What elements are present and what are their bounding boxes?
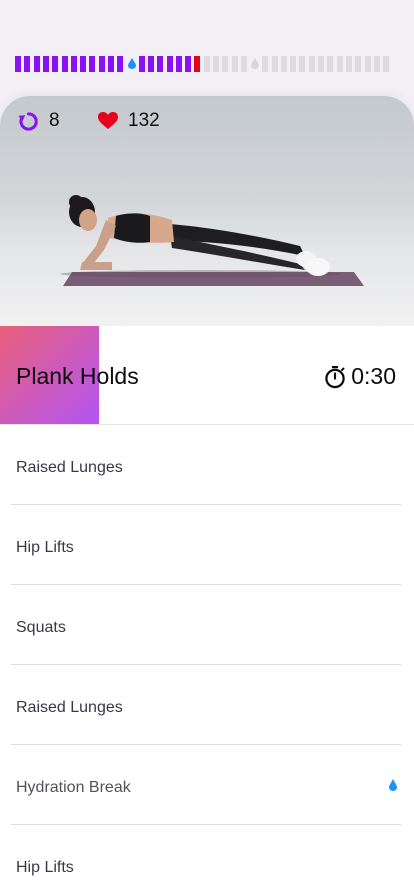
progress-segment-todo — [299, 56, 306, 72]
progress-segment-todo — [318, 56, 324, 72]
progress-segment-done — [33, 56, 40, 72]
water-drop-icon — [389, 779, 397, 791]
progress-segment-todo — [308, 56, 315, 72]
progress-segment-done — [15, 56, 21, 72]
timer-value: 0:30 — [351, 363, 396, 389]
exercise-list-item-label: Raised Lunges — [16, 699, 123, 716]
progress-segment-todo — [231, 56, 238, 72]
progress-segment-todo — [364, 56, 371, 72]
exercise-list-item-label: Hip Lifts — [16, 859, 74, 876]
progress-segment-done — [61, 56, 68, 72]
current-exercise-title: Plank Holds — [16, 363, 139, 389]
progress-segment-todo — [203, 56, 210, 72]
rounds-count: 8 — [49, 110, 60, 131]
progress-segment-done — [80, 56, 87, 72]
exercise-list-item[interactable]: Squats — [0, 585, 414, 665]
heart-icon — [98, 112, 118, 129]
progress-segment-done — [52, 56, 59, 72]
repeat-icon — [18, 111, 38, 131]
hydration-marker-done-icon — [127, 58, 136, 69]
progress-segment-todo — [240, 56, 247, 72]
exercise-list-item[interactable]: Raised Lunges — [0, 425, 414, 505]
exercise-list-item-label: Squats — [16, 619, 66, 636]
exercise-list: Raised Lunges Hip Lifts Squats Raised Lunge… — [0, 424, 414, 896]
progress-segment-todo — [271, 56, 278, 72]
progress-segment-done — [147, 56, 154, 72]
plank-exercise-illustration — [60, 195, 364, 286]
exercise-video-card[interactable]: 8 132 — [0, 96, 414, 326]
rounds-stat: 8 — [18, 110, 60, 132]
exercise-list-item[interactable]: Hip Lifts — [0, 825, 414, 896]
exercise-list-item[interactable]: Raised Lunges — [0, 665, 414, 745]
progress-segment-todo — [290, 56, 297, 72]
progress-segment-todo — [262, 56, 269, 72]
heart-rate-stat: 132 — [98, 110, 160, 132]
progress-segment-todo — [383, 56, 390, 72]
progress-segment-todo — [327, 56, 334, 72]
progress-segment-done — [42, 56, 49, 72]
progress-segment-done — [89, 56, 96, 72]
exercise-list-item-label: Raised Lunges — [16, 459, 123, 476]
progress-segment-todo — [213, 56, 219, 72]
exercise-list-item-label: Hip Lifts — [16, 539, 74, 556]
progress-segment-done — [166, 56, 173, 72]
progress-segment-todo — [355, 56, 362, 72]
progress-segment-todo — [345, 56, 352, 72]
stopwatch-icon — [325, 365, 345, 388]
progress-segment-todo — [222, 56, 229, 72]
exercise-timer: 0:30 — [323, 363, 396, 390]
workout-progress-bar — [15, 56, 405, 72]
heart-rate-value: 132 — [128, 110, 160, 131]
hydration-break-item[interactable]: Hydration Break — [0, 745, 414, 825]
progress-segment-done — [138, 56, 145, 72]
exercise-list-item-label: Hydration Break — [16, 779, 131, 796]
progress-segment-done — [175, 56, 182, 72]
progress-segment-done — [24, 56, 31, 72]
current-exercise-row[interactable]: Plank Holds 0:30 — [0, 326, 414, 424]
progress-segment-done — [117, 56, 124, 72]
progress-segment-done — [185, 56, 192, 72]
progress-segment-current — [194, 56, 201, 72]
hydration-marker-pending-icon — [251, 58, 260, 69]
progress-segment-done — [98, 56, 105, 72]
progress-segment-done — [157, 56, 164, 72]
progress-segment-done — [108, 56, 114, 72]
progress-segment-todo — [336, 56, 343, 72]
progress-segment-todo — [280, 56, 287, 72]
progress-segment-done — [70, 56, 77, 72]
progress-segment-todo — [373, 56, 380, 72]
exercise-list-item[interactable]: Hip Lifts — [0, 505, 414, 585]
